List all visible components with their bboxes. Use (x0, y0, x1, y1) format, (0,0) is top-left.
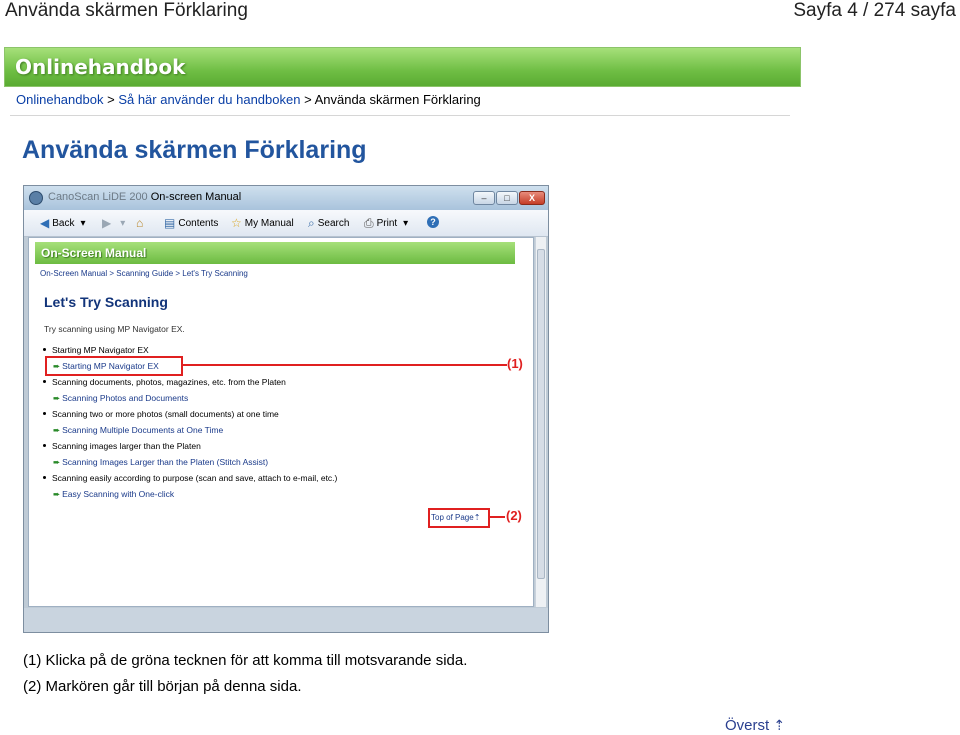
help-icon: ? (427, 216, 439, 228)
list-item: Scanning easily according to purpose (sc… (43, 473, 337, 483)
search-icon: ⌕ (308, 216, 315, 230)
print-button: ⎙ Print ▾ (364, 216, 409, 230)
dropdown-icon: ▾ (403, 218, 409, 229)
forward-arrow-icon: ▶ (102, 216, 112, 230)
window-titlebar: CanoScan LiDE 200 On-screen Manual – □ X (24, 186, 548, 210)
scrollbar-thumb (537, 249, 545, 579)
inner-banner-title: On-Screen Manual (41, 246, 147, 260)
breadcrumb-current: Använda skärmen Förklaring (314, 92, 481, 107)
list-item: Starting MP Navigator EX (43, 345, 149, 355)
up-arrow-icon: ⇡ (773, 717, 786, 733)
breadcrumb: Onlinehandbok > Så här använder du handb… (16, 92, 481, 107)
minimize-button: – (473, 191, 495, 205)
help-button: ? (427, 216, 442, 228)
breadcrumb-divider (10, 115, 790, 116)
green-arrow-icon: ➨ (53, 489, 61, 499)
list-sublink: ➨ Easy Scanning with One-click (53, 489, 175, 499)
window-title-product: CanoScan LiDE 200 (48, 191, 148, 203)
callout-line-1 (183, 364, 507, 366)
callout-label-2: (2) (506, 508, 522, 523)
document-title: Använda skärmen Förklaring (5, 0, 248, 21)
callout-box-1 (45, 356, 183, 376)
printer-icon: ⎙ (364, 216, 374, 230)
list-sublink: ➨ Scanning Multiple Documents at One Time (53, 425, 224, 435)
my-manual-button: ☆ My Manual (231, 216, 294, 230)
inner-heading: Let's Try Scanning (44, 294, 168, 310)
green-arrow-icon: ➨ (53, 457, 61, 467)
note-2: (2) Markören går till början på denna si… (23, 678, 302, 695)
breadcrumb-separator: > (304, 92, 312, 107)
inner-intro-text: Try scanning using MP Navigator EX. (44, 324, 185, 334)
inner-banner: On-Screen Manual (35, 242, 515, 264)
app-icon (29, 191, 43, 205)
list-item: Scanning documents, photos, magazines, e… (43, 377, 286, 387)
breadcrumb-link-howto[interactable]: Så här använder du handboken (118, 92, 300, 107)
dropdown-icon: ▾ (80, 218, 86, 229)
green-arrow-icon: ➨ (53, 393, 61, 403)
scrollbar (535, 237, 546, 607)
manual-toolbar: ◀ Back ▾ ▶ ▾ ⌂ ▤ Contents ☆ My Manual ⌕ Search… (24, 210, 548, 237)
callout-line-2 (490, 516, 505, 518)
home-icon: ⌂ (136, 216, 144, 230)
page-title: Använda skärmen Förklaring (22, 136, 367, 164)
book-icon: ▤ (164, 216, 176, 230)
star-icon: ☆ (231, 216, 242, 230)
green-arrow-icon: ➨ (53, 425, 61, 435)
list-sublink: ➨ Scanning Photos and Documents (53, 393, 189, 403)
window-title: CanoScan LiDE 200 On-screen Manual (48, 191, 241, 203)
breadcrumb-separator: > (107, 92, 115, 107)
dropdown-icon: ▾ (120, 218, 126, 229)
breadcrumb-link-home[interactable]: Onlinehandbok (16, 92, 103, 107)
inner-breadcrumb: On-Screen Manual > Scanning Guide > Let'… (40, 269, 248, 278)
back-arrow-icon: ◀ (40, 216, 50, 230)
list-sublink: ➨ Scanning Images Larger than the Platen … (53, 457, 269, 467)
window-statusbar (24, 608, 548, 632)
page-counter: Sayfa 4 / 274 sayfa (793, 0, 956, 21)
banner-title: Onlinehandbok (15, 55, 186, 79)
back-button: ◀ Back ▾ (40, 216, 86, 230)
search-button: ⌕ Search (308, 216, 350, 230)
manual-banner: Onlinehandbok (4, 47, 801, 87)
maximize-button: □ (496, 191, 518, 205)
window-title-text: On-screen Manual (150, 191, 242, 203)
callout-box-2 (428, 508, 490, 528)
list-item: Scanning two or more photos (small docum… (43, 409, 279, 419)
back-to-top-link[interactable]: Överst ⇡ (725, 717, 785, 734)
forward-button: ▶ ▾ (102, 216, 125, 230)
manual-content-pane: On-Screen Manual On-Screen Manual > Scan… (28, 237, 534, 607)
list-item: Scanning images larger than the Platen (43, 441, 201, 451)
close-button: X (519, 191, 545, 205)
callout-label-1: (1) (507, 356, 523, 371)
contents-button: ▤ Contents (164, 216, 219, 230)
note-1: (1) Klicka på de gröna tecknen för att k… (23, 652, 468, 669)
home-button: ⌂ (136, 216, 146, 230)
example-screenshot: CanoScan LiDE 200 On-screen Manual – □ X… (23, 185, 549, 633)
